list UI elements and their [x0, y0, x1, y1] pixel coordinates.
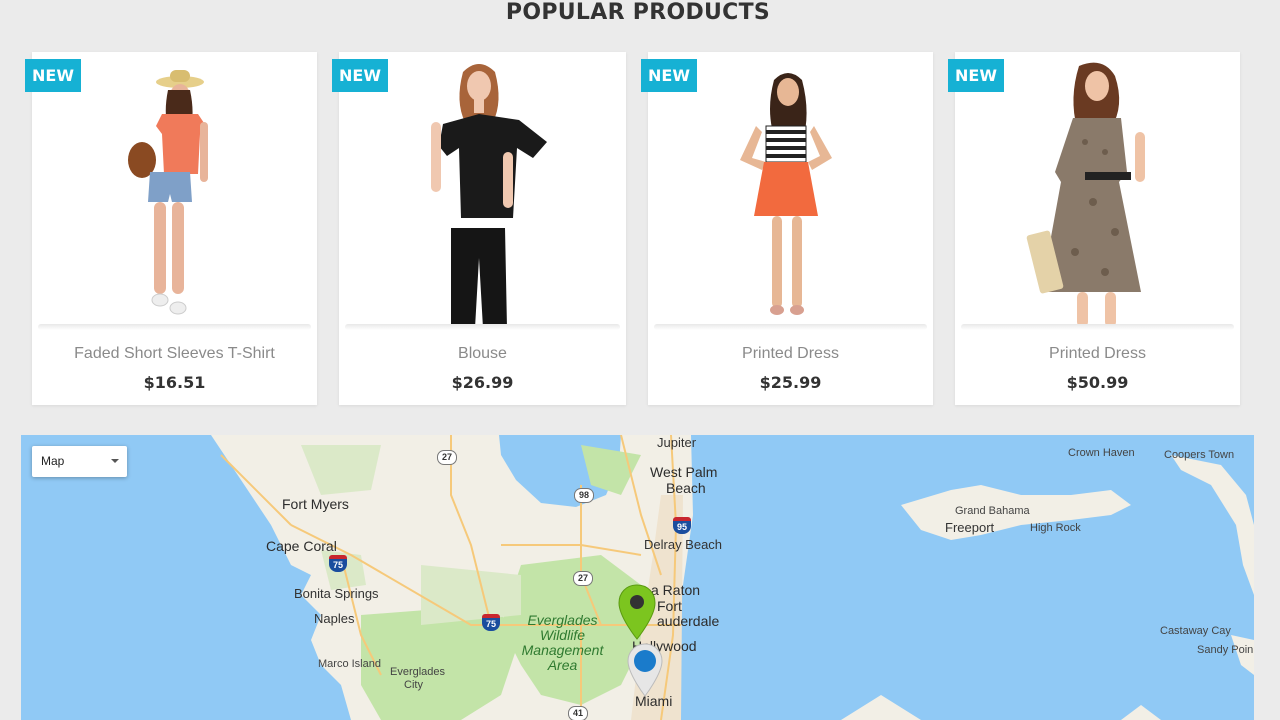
- map-label: Crown Haven: [1068, 447, 1135, 459]
- highway-shield: 27: [573, 571, 593, 586]
- map-label: auderdale: [657, 613, 720, 629]
- product-image[interactable]: [339, 52, 624, 327]
- map-label: Fort: [657, 598, 682, 614]
- map-label: Jupiter: [657, 435, 697, 450]
- new-badge: NEW: [332, 59, 388, 92]
- map-label: Everglades: [390, 666, 446, 678]
- map-label: Freeport: [945, 520, 995, 535]
- map-label: Grand Bahama: [955, 505, 1030, 517]
- product-price: $50.99: [1066, 373, 1129, 392]
- map-label: Marco Island: [318, 658, 381, 670]
- new-badge: NEW: [948, 59, 1004, 92]
- product-card[interactable]: NEW Printed Dress $50.99: [948, 52, 1240, 405]
- product-card[interactable]: NEW Blouse $26.99: [332, 52, 626, 405]
- image-divider: [961, 324, 1234, 330]
- product-image[interactable]: [955, 52, 1240, 327]
- product-name[interactable]: Printed Dress: [648, 345, 933, 363]
- product-name[interactable]: Printed Dress: [955, 345, 1240, 363]
- map-label: Naples: [314, 611, 355, 626]
- map-label: Delray Beach: [644, 537, 723, 552]
- product-price: $16.51: [143, 373, 206, 392]
- product-name[interactable]: Faded Short Sleeves T-Shirt: [32, 345, 317, 363]
- park-label-line: Management: [521, 642, 604, 658]
- image-divider: [345, 324, 620, 330]
- map-marker-green[interactable]: [617, 583, 657, 641]
- map-type-select[interactable]: Map: [32, 446, 127, 477]
- highway-shield: 98: [574, 488, 594, 503]
- map-label: Sandy Poin: [1197, 644, 1254, 656]
- map-label: High Rock: [1030, 522, 1081, 534]
- park-label-line: Area: [547, 657, 578, 673]
- map-label: City: [404, 679, 423, 691]
- product-image[interactable]: [32, 52, 317, 327]
- product-card[interactable]: NEW Faded Short Sleeves T-Shirt $16.51: [25, 52, 317, 405]
- chevron-down-icon: [111, 459, 119, 463]
- interstate-shield: 75: [482, 614, 500, 631]
- interstate-shield: 95: [673, 517, 691, 534]
- interstate-shield: 75: [329, 555, 347, 572]
- new-badge: NEW: [641, 59, 697, 92]
- map-marker-blue[interactable]: [626, 642, 664, 698]
- section-title: POPULAR PRODUCTS: [505, 0, 771, 25]
- product-image[interactable]: [648, 52, 933, 327]
- image-divider: [38, 324, 311, 330]
- image-divider: [654, 324, 927, 330]
- map-label: Fort Myers: [282, 496, 349, 512]
- store-map[interactable]: Map Jupiter West Palm Beach Fort Myers C…: [21, 435, 1254, 720]
- map-type-label: Map: [41, 454, 65, 468]
- product-price: $26.99: [451, 373, 514, 392]
- map-label: a Raton: [651, 582, 701, 598]
- product-card[interactable]: NEW Printed Dress $25.99: [641, 52, 933, 405]
- product-name[interactable]: Blouse: [339, 345, 626, 363]
- map-label: West Palm: [650, 464, 718, 480]
- map-label: Coopers Town: [1164, 449, 1235, 461]
- map-park-label: Everglades Wildlife Management Area: [515, 613, 610, 673]
- map-label: Castaway Cay: [1160, 625, 1231, 637]
- map-label: Bonita Springs: [294, 586, 379, 601]
- new-badge: NEW: [25, 59, 81, 92]
- map-label: Cape Coral: [266, 538, 337, 554]
- park-label-line: Wildlife: [540, 627, 585, 643]
- map-label: Beach: [666, 480, 706, 496]
- park-label-line: Everglades: [527, 612, 598, 628]
- product-price: $25.99: [759, 373, 822, 392]
- highway-shield: 41: [568, 706, 588, 720]
- highway-shield: 27: [437, 450, 457, 465]
